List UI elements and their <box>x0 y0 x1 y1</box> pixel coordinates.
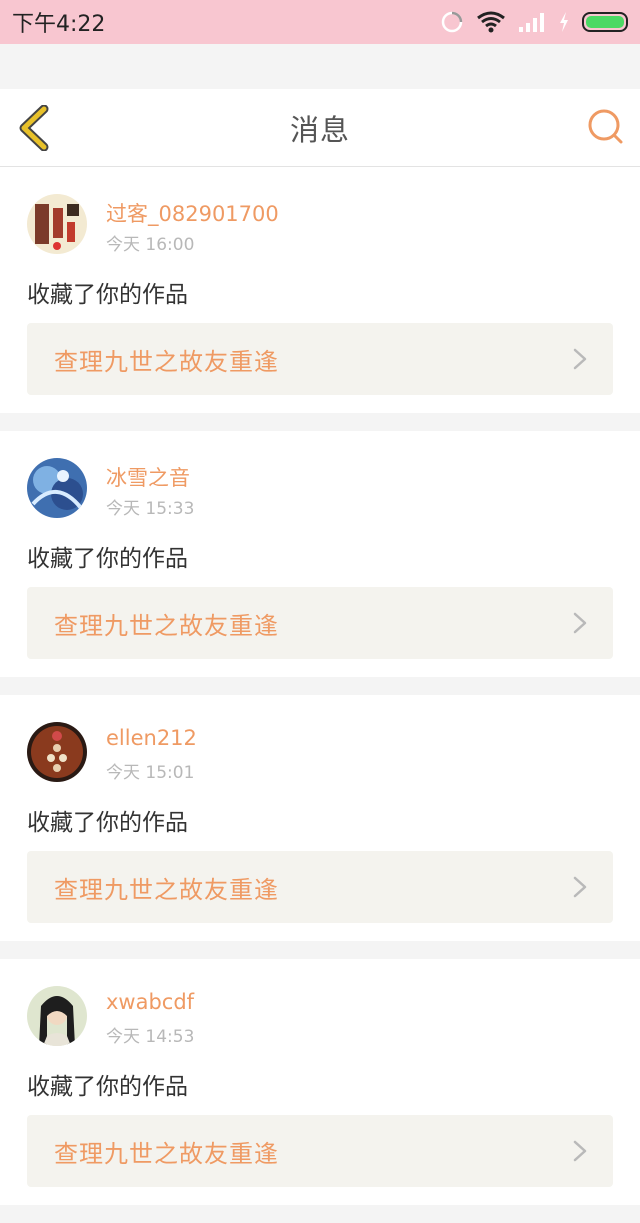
status-time: 下午4:22 <box>12 12 106 37</box>
username[interactable]: xwabcdf <box>106 990 194 1014</box>
search-icon[interactable] <box>586 107 626 147</box>
chevron-right-icon <box>573 612 587 634</box>
timestamp: 今天 16:00 <box>106 235 195 255</box>
work-title: 查理九世之故友重逢 <box>54 1139 279 1168</box>
avatar[interactable] <box>27 458 87 518</box>
avatar[interactable] <box>27 986 87 1046</box>
avatar-image <box>27 722 87 782</box>
work-link[interactable]: 查理九世之故友重逢 <box>27 323 613 395</box>
nav-bar: 消息 <box>0 89 640 167</box>
work-link[interactable]: 查理九世之故友重逢 <box>27 1115 613 1187</box>
message-card: 冰雪之音 今天 15:33 收藏了你的作品 查理九世之故友重逢 <box>0 431 640 677</box>
status-icons <box>440 10 628 34</box>
battery-icon <box>582 12 628 32</box>
action-text: 收藏了你的作品 <box>27 282 188 308</box>
charging-icon <box>560 12 568 32</box>
page-title: 消息 <box>289 112 350 147</box>
status-bar: 下午4:22 <box>0 0 640 44</box>
chevron-right-icon <box>573 876 587 898</box>
message-card: ellen212 今天 15:01 收藏了你的作品 查理九世之故友重逢 <box>0 695 640 941</box>
battery-level <box>586 16 624 28</box>
avatar[interactable] <box>27 722 87 782</box>
avatar[interactable] <box>27 194 87 254</box>
message-list: 过客_082901700 今天 16:00 收藏了你的作品 查理九世之故友重逢 … <box>0 167 640 1223</box>
chevron-right-icon <box>573 348 587 370</box>
sync-icon <box>441 11 463 33</box>
username[interactable]: ellen212 <box>106 726 197 750</box>
work-title: 查理九世之故友重逢 <box>54 611 279 640</box>
wifi-icon <box>477 11 505 33</box>
signal-icon <box>519 13 544 32</box>
chevron-right-icon <box>573 1140 587 1162</box>
work-title: 查理九世之故友重逢 <box>54 875 279 904</box>
avatar-image <box>27 986 87 1046</box>
message-card: xwabcdf 今天 14:53 收藏了你的作品 查理九世之故友重逢 <box>0 959 640 1205</box>
work-link[interactable]: 查理九世之故友重逢 <box>27 587 613 659</box>
avatar-image <box>27 458 87 518</box>
username[interactable]: 过客_082901700 <box>106 198 279 228</box>
work-title: 查理九世之故友重逢 <box>54 347 279 376</box>
work-link[interactable]: 查理九世之故友重逢 <box>27 851 613 923</box>
timestamp: 今天 14:53 <box>106 1027 195 1047</box>
username[interactable]: 冰雪之音 <box>106 462 190 492</box>
timestamp: 今天 15:33 <box>106 499 195 519</box>
action-text: 收藏了你的作品 <box>27 1074 188 1100</box>
timestamp: 今天 15:01 <box>106 763 195 783</box>
action-text: 收藏了你的作品 <box>27 546 188 572</box>
chevron-left-icon[interactable] <box>14 105 54 151</box>
message-card: 过客_082901700 今天 16:00 收藏了你的作品 查理九世之故友重逢 <box>0 167 640 413</box>
avatar-image <box>27 194 87 254</box>
header-spacer <box>0 44 640 89</box>
action-text: 收藏了你的作品 <box>27 810 188 836</box>
